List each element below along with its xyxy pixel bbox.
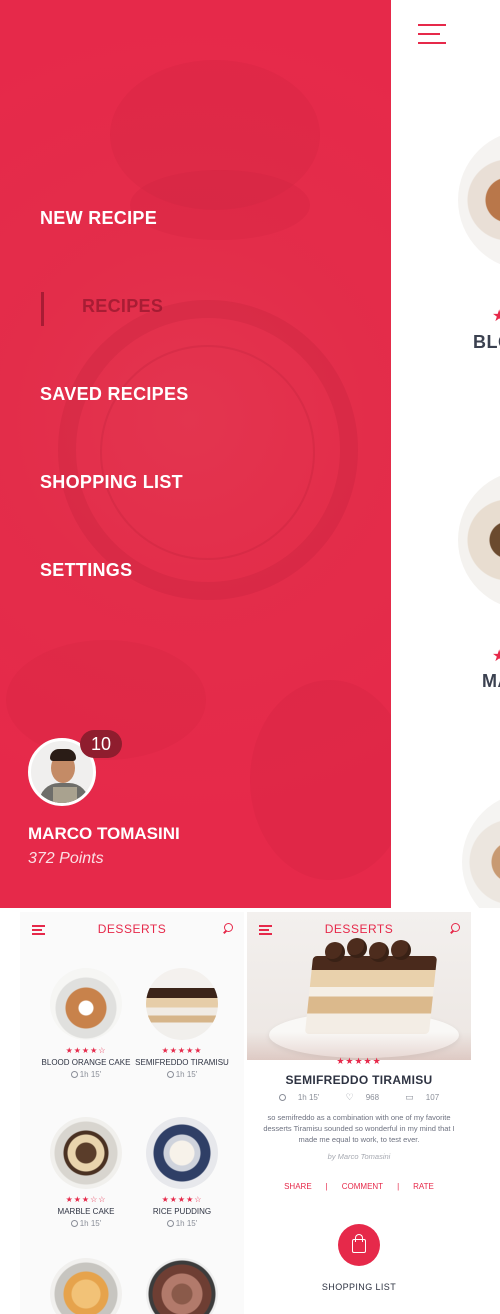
recipe-name: BLOOD ORANGE CAKE — [41, 1058, 131, 1067]
list-item[interactable]: ★★★★★ SEMIFREDDO TIRAMISU 1h 15' — [134, 968, 230, 1079]
recipe-image[interactable] — [462, 792, 500, 908]
share-button[interactable]: SHARE — [284, 1182, 312, 1191]
comment-button[interactable]: COMMENT — [342, 1182, 383, 1191]
user-points: 372 Points — [28, 850, 104, 867]
drawer-screen: ★ BLO ★ MA NEW RECIPE RECIPES SAVED RECI… — [0, 0, 500, 908]
navigation-drawer: NEW RECIPE RECIPES SAVED RECIPES SHOPPIN… — [0, 0, 391, 908]
clock-icon — [278, 1094, 286, 1101]
detail-header: DESSERTS — [247, 912, 471, 948]
comment-icon: ▭ — [405, 1092, 414, 1102]
recipe-title-partial: MA — [482, 671, 500, 691]
time-value: 1h 15' — [79, 1219, 102, 1228]
heart-icon: ♡ — [345, 1092, 354, 1102]
rating-stars: ★★★★☆ — [161, 1195, 203, 1204]
shopping-list-button[interactable] — [338, 1224, 380, 1266]
time-value: 1h 15' — [175, 1070, 198, 1079]
recipe-image — [50, 1117, 122, 1189]
recipe-time: 1h 15' — [38, 1070, 134, 1079]
avatar-hair — [50, 749, 76, 761]
notification-badge: 10 — [80, 730, 122, 758]
recipe-title: SEMIFREDDO TIRAMISU — [285, 1073, 433, 1087]
likes[interactable]: ♡ 968 — [340, 1092, 385, 1102]
recipe-name: SEMIFREDDO TIRAMISU — [135, 1058, 229, 1067]
comments-count: 107 — [425, 1093, 440, 1102]
rating-stars: ★★★★☆ — [65, 1046, 107, 1055]
rating-stars: ★★★★★ — [161, 1046, 203, 1055]
search-icon[interactable] — [222, 923, 234, 937]
recipe-meta: 1h 15' ♡ 968 ▭ 107 — [247, 1092, 471, 1103]
time-value: 1h 15' — [297, 1093, 320, 1102]
clock-icon — [70, 1071, 78, 1078]
list-item[interactable] — [134, 1258, 230, 1314]
recipe-author[interactable]: by Marco Tomasini — [247, 1152, 471, 1161]
desserts-list-screen: DESSERTS ★★★★☆ BLOOD ORANGE CAKE 1h 15' … — [20, 912, 244, 1314]
recipe-name: MARBLE CAKE — [57, 1207, 115, 1216]
list-item[interactable]: ★★★★☆ RICE PUDDING 1h 15' — [134, 1117, 230, 1228]
divider: | — [325, 1182, 328, 1191]
action-bar: SHARE | COMMENT | RATE — [247, 1182, 471, 1191]
menu-item-settings[interactable]: SETTINGS — [40, 560, 132, 581]
recipe-image — [146, 968, 218, 1040]
hamburger-icon[interactable] — [418, 24, 448, 46]
background-decoration — [100, 345, 315, 560]
recipe-time: 1h 15' — [273, 1093, 326, 1102]
time-value: 1h 15' — [79, 1070, 102, 1079]
recipe-image[interactable] — [458, 470, 500, 610]
list-item[interactable]: ★★★☆☆ MARBLE CAKE 1h 15' — [38, 1117, 134, 1228]
active-indicator — [41, 292, 44, 326]
recipe-description: so semifreddo as a combination with one … — [263, 1113, 455, 1144]
time-value: 1h 15' — [175, 1219, 198, 1228]
clock-icon — [70, 1220, 78, 1227]
recipe-time: 1h 15' — [38, 1219, 134, 1228]
rating-stars: ★★★☆☆ — [65, 1195, 107, 1204]
recipe-detail-screen: DESSERTS ★★★★★ SEMIFREDDO TIRAMISU 1h 15… — [247, 912, 471, 1314]
divider: | — [397, 1182, 400, 1191]
comments[interactable]: ▭ 107 — [399, 1092, 445, 1102]
clock-icon — [166, 1220, 174, 1227]
list-header: DESSERTS — [20, 912, 244, 948]
rate-button[interactable]: RATE — [413, 1182, 434, 1191]
recipe-image — [146, 1258, 218, 1314]
avatar-shirt — [53, 787, 77, 803]
star-icon: ★ — [492, 308, 500, 325]
list-item[interactable] — [38, 1258, 134, 1314]
menu-item-saved-recipes[interactable]: SAVED RECIPES — [40, 384, 189, 405]
recipe-title-partial: BLO — [473, 332, 500, 352]
recipe-image — [50, 1258, 122, 1314]
likes-count: 968 — [365, 1093, 380, 1102]
list-item[interactable]: ★★★★☆ BLOOD ORANGE CAKE 1h 15' — [38, 968, 134, 1079]
background-decoration — [250, 680, 391, 880]
recipe-name: RICE PUDDING — [152, 1207, 212, 1216]
background-decoration — [130, 170, 310, 240]
recipe-time: 1h 15' — [134, 1219, 230, 1228]
recipe-image[interactable] — [458, 130, 500, 270]
search-icon[interactable] — [449, 923, 461, 937]
menu-item-recipes[interactable]: RECIPES — [82, 296, 163, 317]
user-name: MARCO TOMASINI — [28, 824, 180, 843]
page-title: DESSERTS — [97, 922, 167, 936]
clock-icon — [166, 1071, 174, 1078]
recipe-image — [146, 1117, 218, 1189]
rating-stars[interactable]: ★★★★★ — [247, 1056, 471, 1067]
shopping-list-label: SHOPPING LIST — [321, 1282, 397, 1292]
recipe-image — [50, 968, 122, 1040]
cake — [304, 956, 438, 1034]
page-title: DESSERTS — [324, 922, 394, 936]
menu-item-new-recipe[interactable]: NEW RECIPE — [40, 208, 157, 229]
shopping-bag-icon — [352, 1239, 366, 1253]
star-icon: ★ — [492, 648, 500, 665]
recipe-time: 1h 15' — [134, 1070, 230, 1079]
menu-item-shopping-list[interactable]: SHOPPING LIST — [40, 472, 183, 493]
